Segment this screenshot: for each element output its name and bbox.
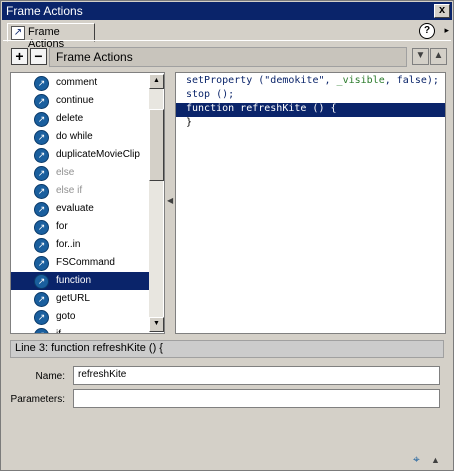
action-item[interactable]: ↗ for..in [11, 236, 150, 254]
pane-splitter[interactable]: ◀ [166, 72, 173, 332]
actions-list-scrollbar[interactable]: ▲ ▼ [149, 74, 164, 332]
action-arrow-icon: ↗ [34, 94, 49, 109]
action-arrow-icon: ↗ [34, 274, 49, 289]
frame-actions-panel: Frame Actions x ↗ Frame Actions ? ▸ + − … [0, 0, 454, 471]
category-dropdown[interactable]: Frame Actions [49, 47, 407, 67]
collapse-arrow-icon[interactable]: ◀ [167, 196, 173, 205]
action-item-label: if [56, 329, 61, 333]
script-editor[interactable]: setProperty ("demokite", _visible, false… [175, 72, 446, 334]
action-arrow-icon: ↗ [34, 310, 49, 325]
category-dropdown-label: Frame Actions [56, 50, 133, 64]
code-line[interactable]: } [176, 117, 445, 131]
action-item[interactable]: ↗ FSCommand [11, 254, 150, 272]
action-arrow-icon: ↗ [34, 166, 49, 181]
title-bar[interactable]: Frame Actions x [2, 2, 452, 20]
action-arrow-icon: ↗ [34, 130, 49, 145]
action-item[interactable]: ↗ evaluate [11, 200, 150, 218]
action-item[interactable]: ↗ duplicateMovieClip [11, 146, 150, 164]
close-button[interactable]: x [434, 4, 450, 18]
action-item-label: FSCommand [56, 257, 115, 268]
code-line-selected[interactable]: function refreshKite () { [176, 103, 445, 117]
action-arrow-icon: ↗ [34, 112, 49, 127]
parameters-label: Parameters: [10, 394, 65, 405]
tab-divider [3, 40, 451, 41]
panel-menu-arrow-icon[interactable]: ▸ [444, 25, 449, 36]
name-field[interactable]: refreshKite [73, 366, 440, 385]
remove-action-button[interactable]: − [30, 48, 47, 65]
move-up-button[interactable]: ▲ [430, 48, 447, 65]
action-item-label: do while [56, 131, 93, 142]
name-field-value: refreshKite [78, 369, 127, 380]
action-item-label: for..in [56, 239, 81, 250]
action-item-label: else if [56, 185, 83, 196]
action-item-label: else [56, 167, 75, 178]
action-item-label: continue [56, 95, 94, 106]
action-item-label: getURL [56, 293, 90, 304]
action-item-label: goto [56, 311, 76, 322]
code-line[interactable]: stop (); [176, 89, 445, 103]
scroll-up-button[interactable]: ▲ [149, 74, 164, 89]
action-item[interactable]: ↗ goto [11, 308, 150, 326]
action-arrow-icon: ↗ [34, 292, 49, 307]
action-item[interactable]: ↗ else if [11, 182, 150, 200]
action-item[interactable]: ↗ else [11, 164, 150, 182]
action-item-label: duplicateMovieClip [56, 149, 140, 160]
action-arrow-icon: ↗ [34, 256, 49, 271]
action-item[interactable]: ↗ if [11, 326, 150, 333]
move-down-button[interactable]: ▼ [412, 48, 429, 65]
action-item-label: comment [56, 77, 98, 88]
help-button[interactable]: ? [419, 23, 435, 39]
action-arrow-icon: ↗ [34, 184, 49, 199]
action-item[interactable]: ↗ getURL [11, 290, 150, 308]
add-action-button[interactable]: + [11, 48, 28, 65]
action-arrow-icon: ↗ [34, 76, 49, 91]
action-item-label: delete [56, 113, 84, 124]
action-item[interactable]: ↗ function [11, 272, 150, 290]
action-arrow-icon: ↗ [34, 202, 49, 217]
action-item[interactable]: ↗ do while [11, 128, 150, 146]
target-icon[interactable]: ⌖ [413, 452, 420, 467]
collapse-up-icon[interactable]: ▲ [431, 455, 440, 465]
scroll-down-button[interactable]: ▼ [149, 317, 164, 332]
action-item[interactable]: ↗ for [11, 218, 150, 236]
code-line[interactable]: setProperty ("demokite", _visible, false… [176, 75, 445, 89]
action-arrow-icon: ↗ [34, 148, 49, 163]
action-item[interactable]: ↗ delete [11, 110, 150, 128]
action-arrow-icon: ↗ [34, 238, 49, 253]
action-item-label: function [56, 275, 92, 286]
action-arrow-icon: ↗ [34, 220, 49, 235]
frame-actions-icon: ↗ [11, 26, 25, 40]
action-item-label: for [56, 221, 68, 232]
status-bar: Line 3: function refreshKite () { [10, 340, 444, 358]
action-item-label: evaluate [56, 203, 94, 214]
status-text: Line 3: function refreshKite () { [15, 342, 163, 354]
action-item[interactable]: ↗ continue [11, 92, 150, 110]
scroll-thumb[interactable] [149, 109, 164, 181]
name-label: Name: [35, 371, 65, 382]
window-title: Frame Actions [6, 4, 83, 18]
parameters-field[interactable] [73, 389, 440, 408]
action-item[interactable]: ↗ comment [11, 74, 150, 92]
actions-list[interactable]: ↗ comment ↗ continue ↗ delete ↗ do while ↗ duplic… [10, 72, 165, 334]
action-arrow-icon: ↗ [34, 328, 49, 333]
